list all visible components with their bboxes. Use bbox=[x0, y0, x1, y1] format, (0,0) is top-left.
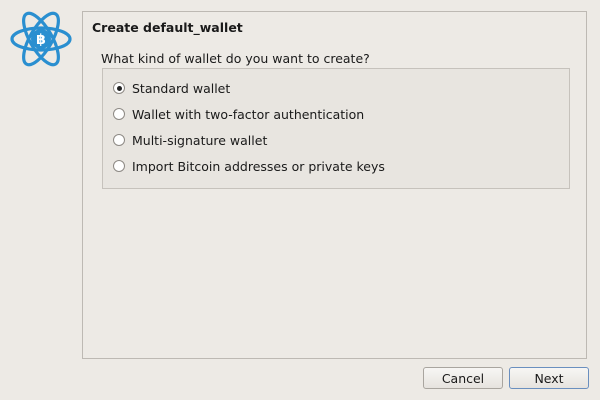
radio-two-factor-wallet[interactable] bbox=[113, 108, 125, 120]
svg-text:฿: ฿ bbox=[36, 32, 46, 48]
option-standard-wallet[interactable]: Standard wallet bbox=[113, 79, 230, 97]
option-label: Standard wallet bbox=[132, 80, 231, 96]
wallet-wizard-window: ฿ Create default_wallet What kind of wal… bbox=[0, 0, 600, 400]
wallet-type-options: Standard wallet Wallet with two-factor a… bbox=[102, 68, 570, 189]
electrum-logo-icon: ฿ bbox=[10, 11, 72, 67]
cancel-button[interactable]: Cancel bbox=[423, 367, 503, 389]
option-label: Wallet with two-factor authentication bbox=[132, 106, 365, 122]
radio-import-keys[interactable] bbox=[113, 160, 125, 172]
option-label: Import Bitcoin addresses or private keys bbox=[132, 158, 385, 174]
wizard-panel: Create default_wallet What kind of walle… bbox=[82, 11, 587, 359]
option-two-factor-wallet[interactable]: Wallet with two-factor authentication bbox=[113, 105, 364, 123]
dialog-title: Create default_wallet bbox=[92, 20, 243, 35]
option-multisig-wallet[interactable]: Multi-signature wallet bbox=[113, 131, 267, 149]
next-button[interactable]: Next bbox=[509, 367, 589, 389]
radio-standard-wallet[interactable] bbox=[113, 82, 125, 94]
option-label: Multi-signature wallet bbox=[132, 132, 268, 148]
wallet-type-question: What kind of wallet do you want to creat… bbox=[101, 51, 370, 66]
radio-multisig-wallet[interactable] bbox=[113, 134, 125, 146]
option-import-keys[interactable]: Import Bitcoin addresses or private keys bbox=[113, 157, 385, 175]
